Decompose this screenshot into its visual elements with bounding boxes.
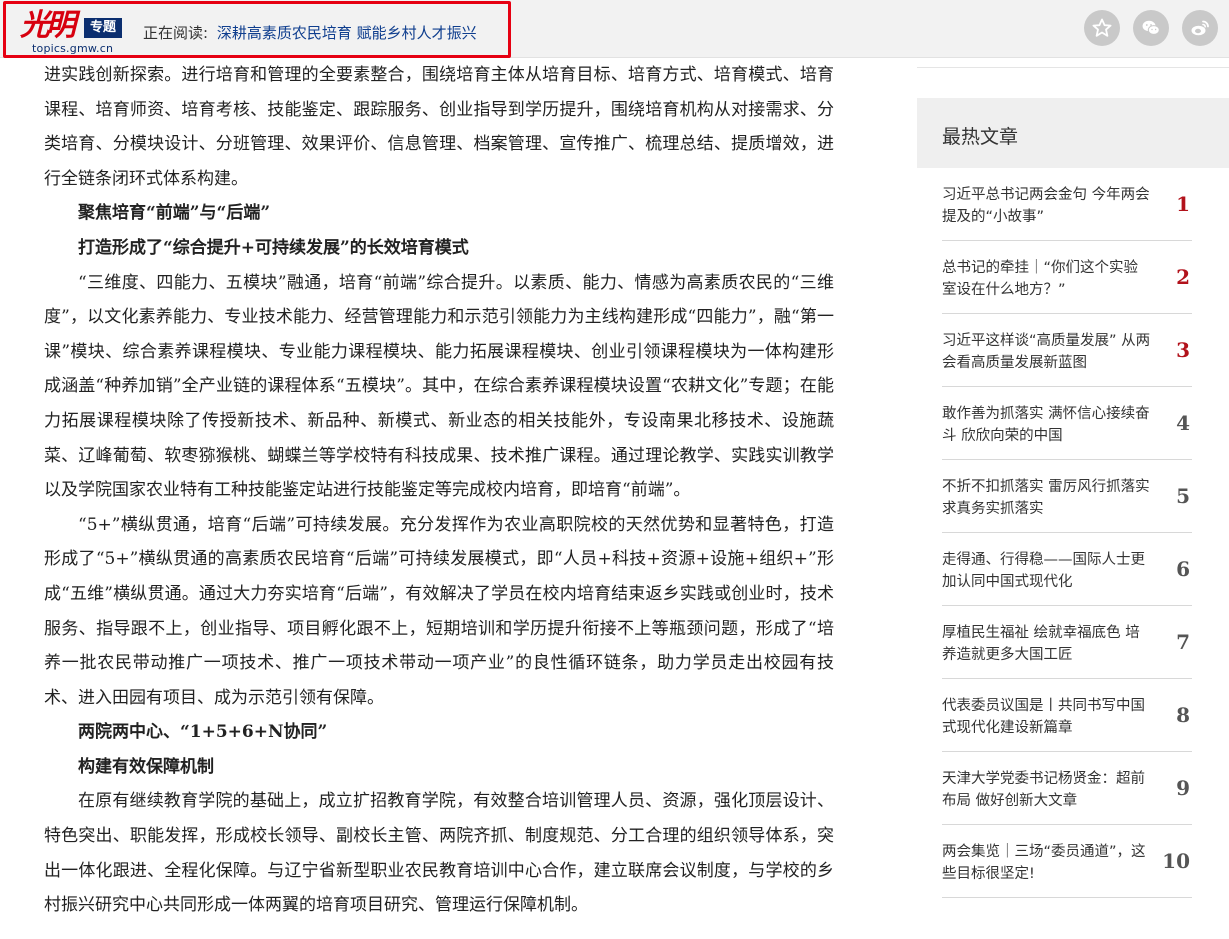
- hot-article-rank: 4: [1176, 411, 1190, 435]
- hot-article-rank: 8: [1176, 703, 1190, 727]
- hot-article-item[interactable]: 习近平总书记两会金句 今年两会提及的“小故事” 1: [942, 168, 1192, 241]
- hot-article-item[interactable]: 走得通、行得稳——国际人士更加认同中国式现代化 6: [942, 533, 1192, 606]
- hot-article-item[interactable]: 厚植民生福祉 绘就幸福底色 培养造就更多大国工匠 7: [942, 606, 1192, 679]
- section-heading: 打造形成了“综合提升+可持续发展”的长效培育模式: [78, 237, 469, 258]
- hot-article-rank: 7: [1176, 630, 1190, 654]
- hot-article-title[interactable]: 敢作善为抓落实 满怀信心接续奋斗 欣欣向荣的中国: [942, 403, 1152, 447]
- sidebar-divider: [917, 58, 1229, 68]
- article-paragraph: 在原有继续教育学院的基础上，成立扩招教育学院，有效整合培训管理人员、资源，强化顶…: [44, 791, 834, 916]
- hot-article-rank: 2: [1176, 265, 1190, 289]
- logo-calligraphy: 光明: [20, 8, 76, 43]
- hot-article-item[interactable]: 天津大学党委书记杨贤金：超前布局 做好创新大文章 9: [942, 752, 1192, 825]
- hot-article-title[interactable]: 厚植民生福祉 绘就幸福底色 培养造就更多大国工匠: [942, 622, 1152, 666]
- hot-article-title[interactable]: 走得通、行得稳——国际人士更加认同中国式现代化: [942, 549, 1152, 593]
- hot-article-title[interactable]: 习近平总书记两会金句 今年两会提及的“小故事”: [942, 184, 1152, 228]
- hot-articles-title: 最热文章: [942, 126, 1019, 148]
- hot-article-item[interactable]: 不折不扣抓落实 雷厉风行抓落实 求真务实抓落实 5: [942, 460, 1192, 533]
- hot-article-item[interactable]: 代表委员议国是丨共同书写中国式现代化建设新篇章 8: [942, 679, 1192, 752]
- article-paragraph: “5+”横纵贯通，培育“后端”可持续发展。充分发挥作为农业高职院校的天然优势和显…: [44, 514, 834, 708]
- now-reading: 正在阅读: 深耕高素质农民培育 赋能乡村人才振兴: [143, 22, 477, 43]
- article-body: 进实践创新探索。进行培育和管理的全要素整合，围绕培育主体从培育目标、培育方式、培…: [44, 58, 834, 923]
- hot-articles-list: 习近平总书记两会金句 今年两会提及的“小故事” 1 总书记的牵挂｜“你们这个实验室设…: [942, 168, 1192, 898]
- hot-article-rank: 9: [1176, 776, 1190, 800]
- hot-article-title[interactable]: 习近平这样谈“高质量发展” 从两会看高质量发展新蓝图: [942, 330, 1152, 374]
- logo-tag: 专题: [84, 18, 122, 38]
- hot-article-title[interactable]: 两会集览｜三场“委员通道”，这些目标很坚定!: [942, 841, 1152, 885]
- now-reading-title[interactable]: 深耕高素质农民培育 赋能乡村人才振兴: [217, 24, 477, 42]
- hot-article-title[interactable]: 代表委员议国是丨共同书写中国式现代化建设新篇章: [942, 695, 1152, 739]
- hot-article-rank: 5: [1176, 484, 1190, 508]
- sidebar: 最热文章 习近平总书记两会金句 今年两会提及的“小故事” 1 总书记的牵挂｜“你们这…: [917, 58, 1229, 939]
- hot-articles-header: 最热文章: [917, 98, 1229, 168]
- section-heading: 两院两中心、“1+5+6+N协同”: [78, 722, 328, 743]
- hot-article-title[interactable]: 总书记的牵挂｜“你们这个实验室设在什么地方？”: [942, 257, 1152, 301]
- hot-article-item[interactable]: 敢作善为抓落实 满怀信心接续奋斗 欣欣向荣的中国 4: [942, 387, 1192, 460]
- now-reading-label: 正在阅读:: [143, 24, 209, 42]
- star-icon[interactable]: [1084, 10, 1120, 46]
- article-paragraph: “三维度、四能力、五模块”融通，培育“前端”综合提升。以素质、能力、情感为高素质…: [44, 272, 834, 501]
- logo-domain: topics.gmw.cn: [32, 42, 114, 55]
- top-bar: 光明 专题 topics.gmw.cn 正在阅读: 深耕高素质农民培育 赋能乡村…: [0, 0, 1229, 58]
- site-logo[interactable]: 光明 专题 topics.gmw.cn: [20, 10, 122, 56]
- hot-article-item[interactable]: 习近平这样谈“高质量发展” 从两会看高质量发展新蓝图 3: [942, 314, 1192, 387]
- article-paragraph: 进实践创新探索。进行培育和管理的全要素整合，围绕培育主体从培育目标、培育方式、培…: [44, 65, 834, 189]
- hot-article-item[interactable]: 总书记的牵挂｜“你们这个实验室设在什么地方？” 2: [942, 241, 1192, 314]
- section-heading: 聚焦培育“前端”与“后端”: [78, 203, 271, 224]
- wechat-icon[interactable]: [1133, 10, 1169, 46]
- hot-article-title[interactable]: 天津大学党委书记杨贤金：超前布局 做好创新大文章: [942, 768, 1152, 812]
- hot-article-rank: 6: [1176, 557, 1190, 581]
- hot-article-title[interactable]: 不折不扣抓落实 雷厉风行抓落实 求真务实抓落实: [942, 476, 1152, 520]
- hot-article-rank: 3: [1176, 338, 1190, 362]
- section-heading: 构建有效保障机制: [78, 756, 214, 777]
- hot-article-item[interactable]: 两会集览｜三场“委员通道”，这些目标很坚定! 10: [942, 825, 1192, 898]
- hot-article-rank: 10: [1162, 849, 1190, 873]
- hot-article-rank: 1: [1176, 192, 1190, 216]
- reading-banner: 光明 专题 topics.gmw.cn 正在阅读: 深耕高素质农民培育 赋能乡村…: [3, 1, 511, 58]
- weibo-icon[interactable]: [1182, 10, 1218, 46]
